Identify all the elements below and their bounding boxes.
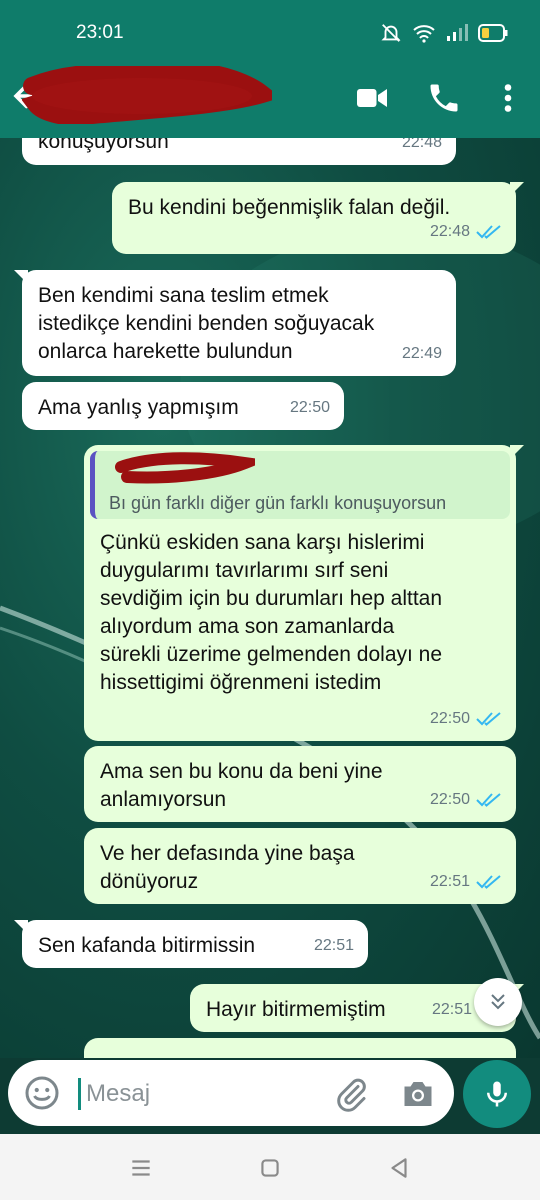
message-meta: 22:51: [432, 996, 472, 1024]
message-bubble-incoming[interactable]: Ama yanlış yapmışım 22:50: [22, 382, 344, 430]
message-meta: 22:51: [314, 932, 354, 960]
message-time: 22:50: [429, 791, 470, 808]
message-text: Ben kendimi sana teslim etmek istedikçe …: [38, 284, 375, 363]
double-check-icon: [476, 225, 501, 239]
message-meta: 22:48: [402, 138, 442, 157]
redaction-scribble: [22, 66, 272, 124]
signal-icon: [447, 24, 468, 41]
message-meta: 22:50: [290, 394, 330, 422]
camera-icon[interactable]: [400, 1076, 436, 1112]
double-check-icon: [476, 712, 501, 726]
more-vert-icon[interactable]: [490, 80, 526, 116]
message-bubble-incoming[interactable]: konuşuyorsun 22:48: [22, 138, 456, 165]
message-meta: 22:49: [402, 340, 442, 368]
status-bar: 23:01: [0, 0, 540, 58]
message-text: konuşuyorsun: [38, 138, 169, 153]
message-placeholder: Mesaj: [86, 1080, 151, 1107]
mute-vibrate-icon: [381, 24, 401, 42]
video-call-icon[interactable]: [354, 80, 390, 116]
message-bubble-outgoing[interactable]: Hayır bitirmemiştim 22:51: [190, 984, 524, 1032]
chat-header: [0, 58, 540, 138]
message-time: 22:51: [431, 1001, 472, 1018]
message-bubble-outgoing[interactable]: Ve her defasında yine başa dönüyoruz 22:…: [84, 828, 516, 904]
message-time: 22:48: [429, 223, 470, 240]
bubble-tail: [510, 182, 524, 196]
double-check-icon: [476, 793, 501, 807]
message-bubble-outgoing[interactable]: Bı gün farklı diğer gün farklı konuşuyor…: [84, 445, 524, 741]
message-bubble-outgoing[interactable]: Ama sen bu konu da beni yine anlamıyorsu…: [84, 746, 516, 822]
message-time: 22:48: [401, 138, 442, 151]
wifi-icon: [413, 25, 435, 43]
message-bubble-incoming[interactable]: Sen kafanda bitirmissin 22:51: [14, 920, 368, 968]
redaction-scribble: [115, 452, 255, 484]
bubble-tail: [14, 920, 28, 934]
text-caret: [78, 1078, 81, 1110]
message-bubble-outgoing-partial[interactable]: [84, 1038, 516, 1058]
message-text: Çünkü eskiden sana karşı hislerimi duygu…: [100, 531, 443, 694]
message-bubble-incoming[interactable]: Ben kendimi sana teslim etmek istedikçe …: [14, 270, 456, 376]
quoted-message[interactable]: Bı gün farklı diğer gün farklı konuşuyor…: [90, 451, 510, 519]
message-bubble-outgoing[interactable]: Bu kendini beğenmişlik falan değil. 22:4…: [112, 182, 524, 254]
message-time: 22:50: [429, 710, 470, 727]
scroll-down-icon: [491, 994, 505, 1010]
message-text: Ama yanlış yapmışım: [38, 396, 239, 419]
system-nav-bar: [0, 1134, 540, 1200]
bubble-tail: [510, 445, 524, 459]
emoji-icon[interactable]: [24, 1075, 60, 1111]
message-time: 22:50: [289, 399, 330, 416]
quoted-text: Bı gün farklı diğer gün farklı konuşuyor…: [109, 493, 447, 513]
message-meta: 22:51: [430, 868, 502, 896]
attach-icon[interactable]: [334, 1076, 370, 1112]
mic-icon: [487, 1081, 507, 1107]
message-text: Sen kafanda bitirmissin: [38, 934, 256, 957]
double-check-icon: [476, 875, 501, 889]
scroll-down-button[interactable]: [474, 978, 522, 1026]
message-meta: 22:48: [430, 218, 502, 246]
back-nav-icon[interactable]: [386, 1155, 412, 1181]
status-icons: [380, 22, 508, 44]
message-time: 22:51: [313, 937, 354, 954]
message-input[interactable]: Mesaj: [8, 1060, 454, 1126]
recent-apps-icon[interactable]: [128, 1155, 154, 1181]
chat-area[interactable]: konuşuyorsun 22:48 Bu kendini beğenmişli…: [0, 138, 540, 1058]
phone-icon[interactable]: [426, 80, 462, 116]
mic-button[interactable]: [463, 1060, 531, 1128]
message-time: 22:49: [401, 345, 442, 362]
status-time: 23:01: [76, 22, 124, 43]
battery-icon: [478, 24, 508, 42]
message-meta: 22:50: [430, 786, 502, 814]
message-time: 22:51: [429, 873, 470, 890]
home-icon[interactable]: [257, 1155, 283, 1181]
message-meta: 22:50: [430, 705, 502, 733]
message-input-bar: Mesaj: [0, 1058, 540, 1138]
bubble-tail: [14, 270, 28, 284]
